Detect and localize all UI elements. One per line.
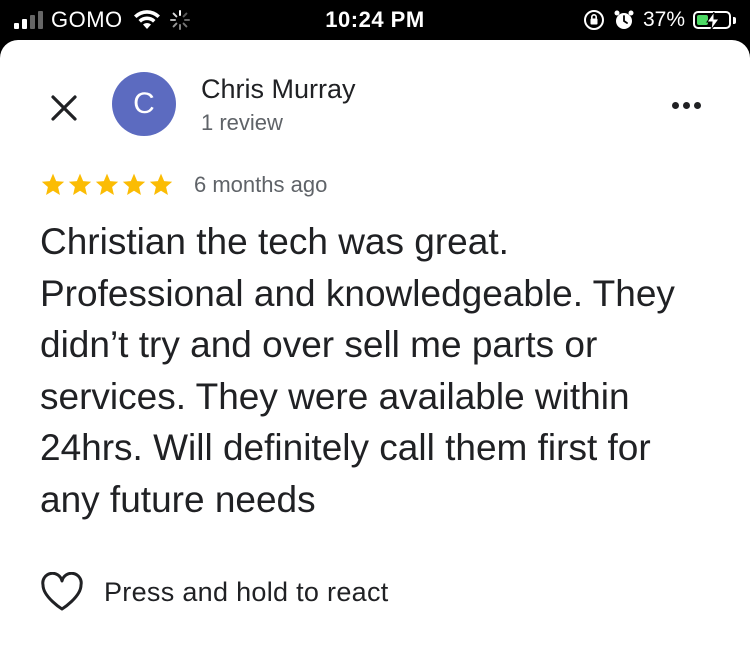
author-review-count: 1 review	[201, 110, 283, 135]
more-horizontal-icon	[671, 101, 679, 109]
review-time-ago: 6 months ago	[194, 172, 328, 197]
react-button[interactable]: Press and hold to react	[40, 572, 389, 612]
status-bar-right: 37%	[583, 6, 736, 34]
close-icon	[51, 95, 77, 121]
charging-bolt-icon	[706, 12, 720, 30]
battery-tip	[733, 16, 736, 24]
more-options-button[interactable]	[666, 90, 706, 120]
orientation-lock-icon	[583, 10, 604, 30]
close-button[interactable]	[44, 88, 84, 128]
status-bar: GOMO 10:24 PM 37%	[0, 0, 750, 40]
rating-row: 6 months ago	[40, 172, 327, 198]
battery-percentage: 37%	[642, 8, 685, 31]
star-icon	[95, 173, 119, 195]
heart-outline-icon	[41, 572, 83, 611]
star-icon	[41, 173, 65, 195]
react-label: Press and hold to react	[104, 576, 389, 607]
star-icon	[122, 173, 146, 195]
battery-icon	[693, 11, 731, 30]
star-icon	[68, 173, 92, 195]
star-rating	[40, 172, 174, 198]
star-icon	[149, 173, 173, 195]
avatar-initial: C	[133, 87, 155, 120]
author-name[interactable]: Chris Murray	[201, 74, 356, 105]
alarm-icon	[614, 10, 634, 29]
avatar[interactable]: C	[112, 72, 176, 136]
review-sheet: C Chris Murray 1 review 6 months ago Chr…	[0, 40, 750, 647]
review-text: Christian the tech was great. Profession…	[40, 221, 675, 520]
